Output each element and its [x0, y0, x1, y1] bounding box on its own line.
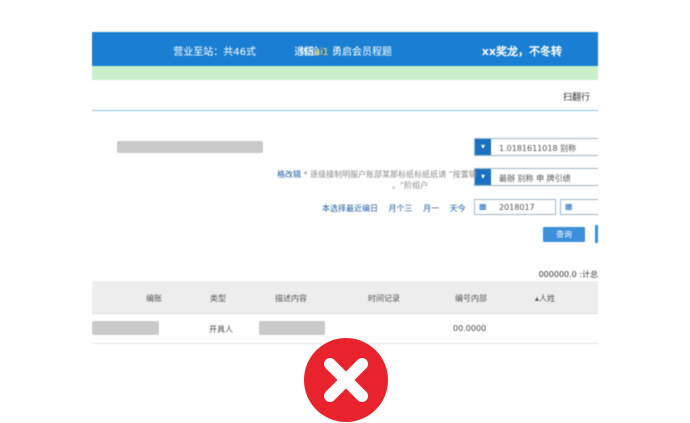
filter-hint: 格改辑 * 逐级操制明服户账部某那标纸标纸纸请 “按置辑 [277, 169, 477, 180]
shortcut-today[interactable]: 天今 [450, 204, 466, 213]
shortcut-recent[interactable]: 本选择最近编日 [322, 204, 378, 213]
redacted-cell [92, 321, 159, 335]
date-shortcuts: 本选择最近编日 月个三 月一 天今 [314, 203, 466, 214]
column-header-record-time[interactable]: 时间记录 [368, 293, 400, 304]
start-date-value: 2018017 [499, 203, 535, 212]
type-select[interactable]: ▾ 最辦 别称 申 牌引绩 [474, 168, 598, 186]
shortcut-3-months[interactable]: 月个三 [389, 204, 413, 213]
row-amount: 00.0000 [453, 324, 487, 333]
calendar-icon[interactable]: ▦ [479, 202, 487, 211]
notice-banner [92, 66, 598, 80]
column-header-internal-id[interactable]: 编号内部 [455, 293, 487, 304]
secondary-button[interactable] [595, 225, 598, 243]
hint-link[interactable]: 格改辑 [277, 170, 301, 179]
start-date-input[interactable]: ▦ 2018017 [474, 199, 556, 215]
column-header-name[interactable]: ▴人姓 [535, 293, 555, 304]
nav-badge: 1 [322, 47, 329, 58]
end-date-input[interactable]: ▦ [560, 199, 598, 215]
nav-item-business-hours[interactable]: 营业至站：共46式 [173, 43, 256, 58]
total-summary: 000000.0 :计总 [538, 270, 598, 279]
account-select-value: 1.0181611018 别称 [499, 144, 577, 153]
hint-text: * 逐级操制明服户账部某那标纸标纸纸请 “按置辑 [303, 170, 477, 179]
type-select-value: 最辦 别称 申 牌引绩 [499, 174, 571, 183]
column-header-account[interactable]: 编账 [146, 293, 162, 304]
calendar-icon[interactable]: ▦ [565, 202, 573, 211]
breadcrumb-current: 扫翻行 [562, 93, 590, 103]
query-button[interactable]: 查询 [543, 227, 585, 242]
chevron-down-icon: ▾ [475, 169, 491, 185]
column-header-type[interactable]: 类型 [210, 293, 226, 304]
column-header-description[interactable]: 描述内容 [275, 293, 307, 304]
account-select[interactable]: ▾ 1.0181611018 别称 [474, 138, 598, 156]
site-logo[interactable]: xx奖龙，不冬转 [482, 43, 562, 59]
chevron-down-icon: ▾ [475, 139, 491, 155]
nav-accent: ai [314, 47, 323, 58]
error-x-icon [304, 338, 388, 422]
redacted-field [117, 141, 263, 153]
shortcut-1-month[interactable]: 月一 [423, 204, 439, 213]
row-name: 开具人 [209, 325, 233, 334]
breadcrumb: 扫翻行 [92, 80, 598, 111]
nav-item-retire[interactable]: 退伍ai [294, 43, 323, 58]
filter-hint-line2: 。“阶组户 [392, 181, 429, 190]
redacted-cell [259, 321, 325, 335]
app-window: xx奖龙，不冬转 体验 1 勇启会员程题 退伍ai 营业至站：共46式 扫翻行 … [92, 32, 598, 350]
top-nav-bar: xx奖龙，不冬转 体验 1 勇启会员程题 退伍ai 营业至站：共46式 [92, 32, 598, 66]
table-header: ▴人姓 编号内部 时间记录 描述内容 类型 编账 [92, 281, 598, 314]
